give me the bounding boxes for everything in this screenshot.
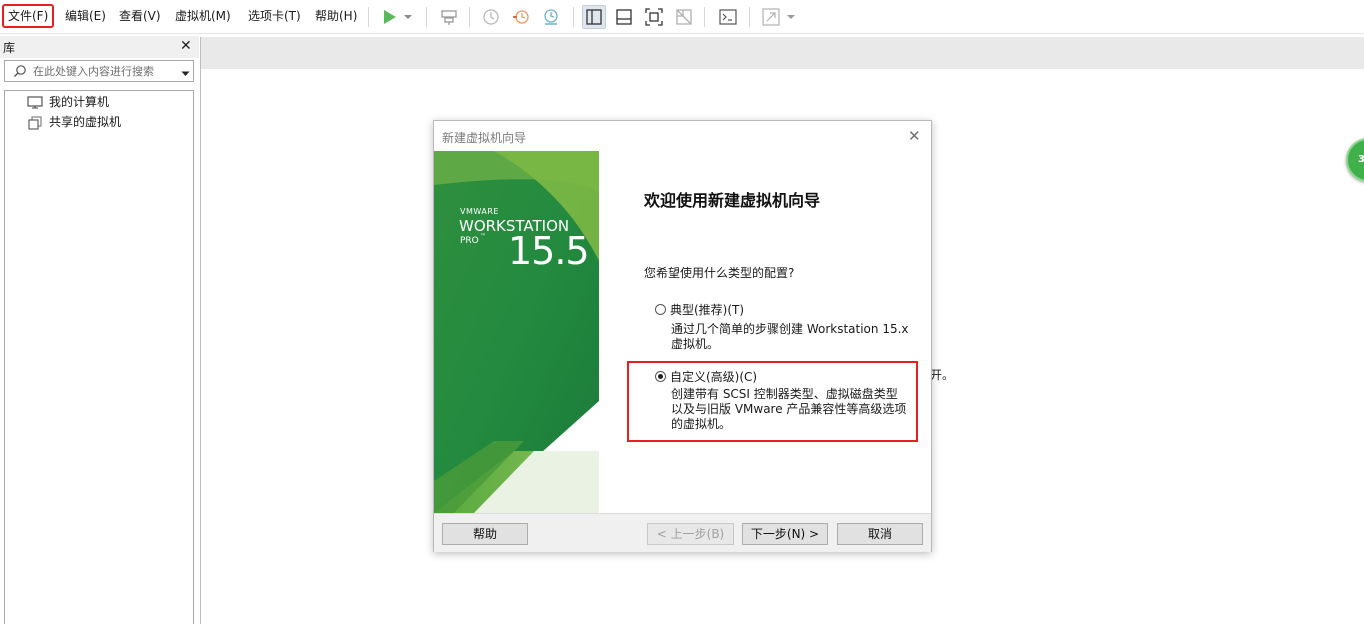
option-typical-desc: 通过几个简单的步骤创建 Workstation 15.x 虚拟机。 bbox=[671, 322, 909, 352]
desc-line: 以及与旧版 VMware 产品兼容性等高级选项 bbox=[671, 402, 907, 416]
toolbar-separator bbox=[469, 7, 470, 27]
vmware-banner: VMWARE WORKSTATION PRO ™ 15.5 bbox=[434, 151, 599, 513]
tab-bar bbox=[200, 37, 1364, 69]
tree-item-label: 共享的虚拟机 bbox=[49, 115, 122, 129]
search-input[interactable] bbox=[33, 63, 173, 79]
menu-edit[interactable]: 编辑(E) bbox=[61, 4, 110, 28]
background-text: 开。 bbox=[930, 368, 955, 382]
dialog-title: 新建虚拟机向导 bbox=[442, 131, 527, 145]
radio-typical[interactable] bbox=[655, 304, 666, 315]
banner-brand: VMWARE bbox=[460, 207, 499, 216]
desc-line: 的虚拟机。 bbox=[671, 417, 732, 431]
close-icon[interactable]: ✕ bbox=[180, 38, 192, 54]
toolbar-separator bbox=[704, 7, 705, 27]
library-view-icon[interactable] bbox=[582, 5, 606, 29]
unity-icon[interactable] bbox=[672, 5, 696, 29]
snapshot-manager-icon[interactable] bbox=[539, 5, 563, 29]
config-question: 您希望使用什么类型的配置? bbox=[644, 266, 795, 280]
banner-edition: PRO bbox=[460, 236, 479, 246]
option-label: 典型(推荐)(T) bbox=[670, 303, 745, 317]
toolbar-separator bbox=[749, 7, 750, 27]
close-icon[interactable]: ✕ bbox=[908, 127, 921, 145]
menu-help[interactable]: 帮助(H) bbox=[311, 4, 361, 28]
thumbnail-bar-icon[interactable] bbox=[612, 5, 636, 29]
library-tree: 我的计算机 共享的虚拟机 bbox=[4, 90, 194, 624]
next-button[interactable]: 下一步(N) > bbox=[742, 523, 828, 545]
library-title: 库 bbox=[3, 41, 16, 55]
new-vm-wizard-dialog: 新建虚拟机向导 ✕ VMWARE WORKSTATION PRO ™ 15.5 … bbox=[433, 120, 932, 552]
library-panel: 库 ✕ 我的计算机 共享的虚拟机 bbox=[0, 36, 199, 624]
dropdown-arrow-icon[interactable] bbox=[401, 5, 415, 29]
search-icon bbox=[13, 64, 27, 81]
wizard-heading: 欢迎使用新建虚拟机向导 bbox=[644, 191, 821, 210]
menu-tabs[interactable]: 选项卡(T) bbox=[244, 4, 305, 28]
desc-line: 虚拟机。 bbox=[671, 337, 720, 351]
dropdown-arrow-icon[interactable] bbox=[784, 5, 798, 29]
stretch-view-icon[interactable] bbox=[759, 5, 783, 29]
radio-custom[interactable] bbox=[655, 371, 666, 382]
banner-trademark: ™ bbox=[480, 233, 486, 240]
dialog-button-bar: 帮助 < 上一步(B) 下一步(N) > 取消 bbox=[434, 513, 931, 552]
option-label: 自定义(高级)(C) bbox=[670, 370, 758, 384]
option-custom-desc: 创建带有 SCSI 控制器类型、虚拟磁盘类型 以及与旧版 VMware 产品兼容… bbox=[671, 387, 906, 432]
cancel-button[interactable]: 取消 bbox=[837, 523, 923, 545]
menubar: 文件(F) 编辑(E) 查看(V) 虚拟机(M) 选项卡(T) 帮助(H) bbox=[0, 0, 1364, 34]
desc-line: 通过几个简单的步骤创建 Workstation 15.x bbox=[671, 322, 909, 336]
play-icon[interactable] bbox=[377, 5, 401, 29]
back-button[interactable]: < 上一步(B) bbox=[647, 523, 734, 545]
toolbar-separator bbox=[368, 7, 369, 27]
full-screen-icon[interactable] bbox=[642, 5, 666, 29]
send-keys-icon[interactable] bbox=[437, 5, 461, 29]
help-button[interactable]: 帮助 bbox=[442, 523, 528, 545]
toolbar-separator bbox=[426, 7, 427, 27]
revert-snapshot-icon[interactable] bbox=[509, 5, 533, 29]
console-icon[interactable] bbox=[716, 5, 740, 29]
snapshot-icon[interactable] bbox=[479, 5, 503, 29]
menu-view[interactable]: 查看(V) bbox=[115, 4, 165, 28]
toolbar-separator bbox=[573, 7, 574, 27]
tree-item-label: 我的计算机 bbox=[49, 95, 110, 109]
menu-file[interactable]: 文件(F) bbox=[2, 4, 55, 28]
menu-vm[interactable]: 虚拟机(M) bbox=[171, 4, 235, 28]
computer-icon bbox=[27, 96, 43, 114]
library-header: 库 ✕ bbox=[0, 36, 199, 58]
library-search[interactable] bbox=[4, 60, 194, 82]
shared-vm-icon bbox=[27, 116, 43, 135]
chevron-down-icon[interactable] bbox=[181, 66, 190, 80]
desc-line: 创建带有 SCSI 控制器类型、虚拟磁盘类型 bbox=[671, 387, 898, 401]
banner-version: 15.5 bbox=[508, 229, 590, 273]
